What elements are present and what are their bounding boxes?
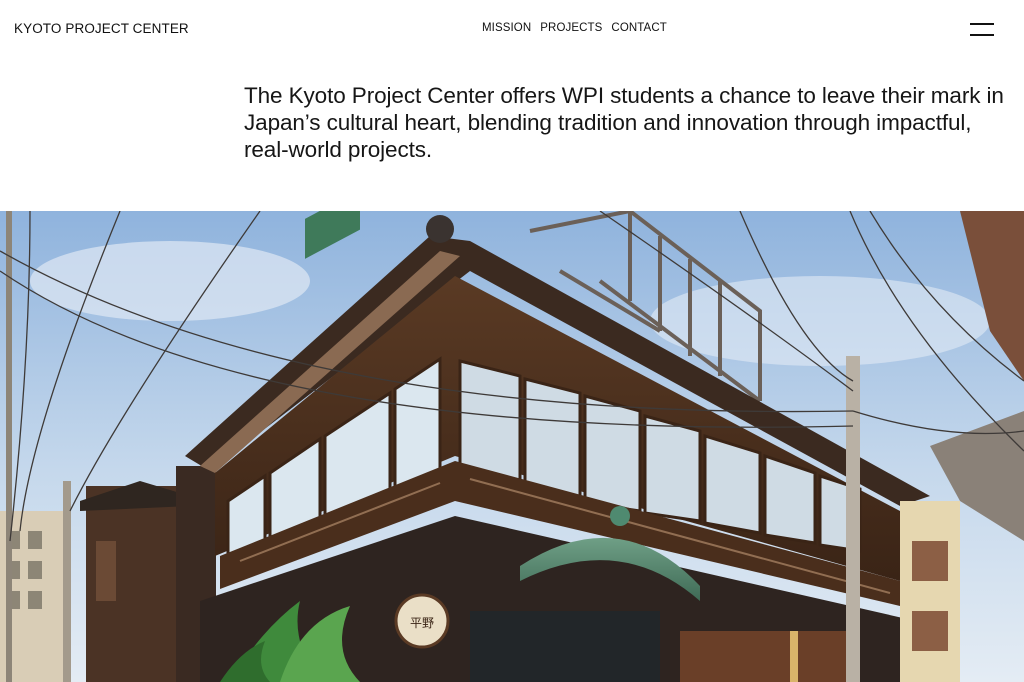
page: KYOTO PROJECT CENTER MISSION PROJECTS CO… [0, 0, 1024, 682]
menu-line-bottom [970, 34, 994, 36]
menu-line-top [970, 23, 994, 25]
main-nav: MISSION PROJECTS CONTACT [482, 22, 667, 34]
nav-link-mission[interactable]: MISSION [482, 22, 531, 34]
roof-ornament [426, 215, 454, 243]
right-house [900, 501, 960, 682]
utility-pole [63, 481, 71, 682]
utility-pole [6, 211, 12, 682]
ground-wall-right [680, 631, 850, 682]
hero-photo-illustration: 平野 [0, 211, 1024, 682]
hamburger-menu-icon[interactable] [970, 20, 994, 38]
sign-text: 平野 [410, 616, 434, 630]
cloud [30, 241, 310, 321]
lantern [790, 631, 798, 682]
nav-link-projects[interactable]: PROJECTS [540, 22, 602, 34]
intro-paragraph: The Kyoto Project Center offers WPI stud… [244, 83, 1004, 162]
brand-logo-link[interactable]: KYOTO PROJECT CENTER [14, 21, 189, 36]
utility-pole [846, 356, 860, 682]
site-header: KYOTO PROJECT CENTER MISSION PROJECTS CO… [0, 0, 1024, 58]
shop-entrance [470, 611, 660, 682]
hero-image: 平野 [0, 211, 1024, 682]
nav-link-contact[interactable]: CONTACT [611, 22, 666, 34]
